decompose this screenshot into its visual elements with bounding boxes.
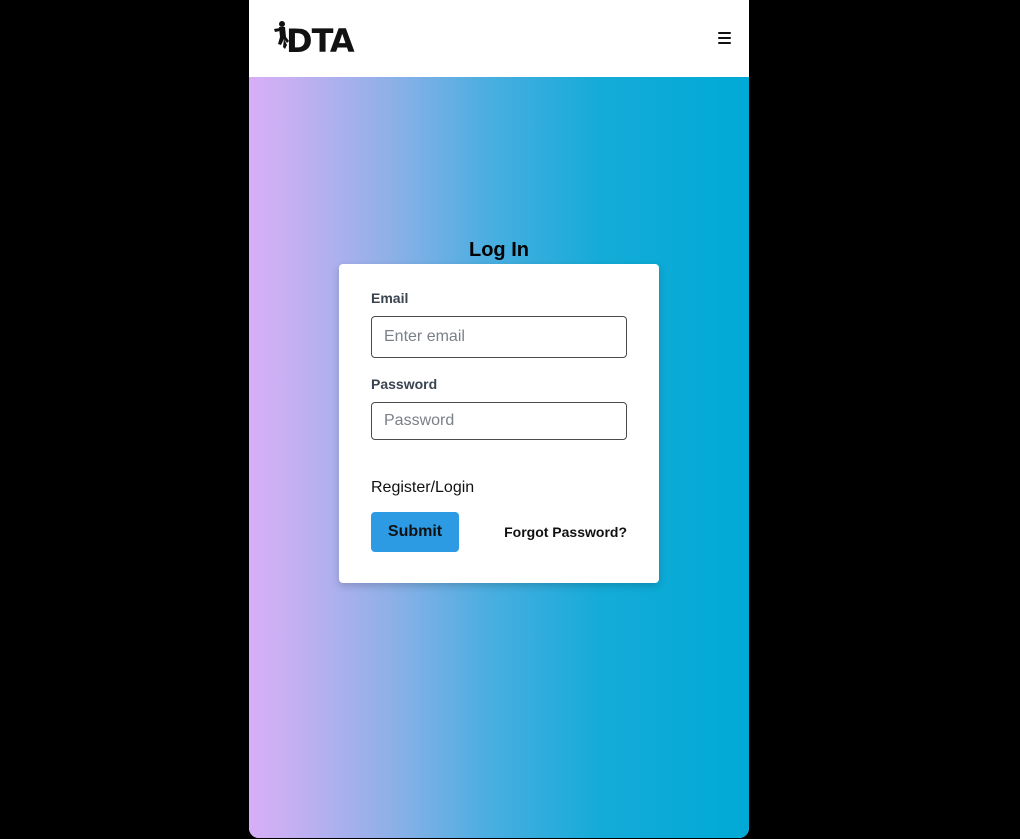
login-card: Email Password Register/Login Submit For…: [339, 264, 659, 583]
email-label: Email: [371, 290, 409, 306]
submit-button[interactable]: Submit: [371, 512, 459, 552]
app-viewport: DTA Log In Email Password Register/Login…: [249, 0, 749, 838]
login-hero-background: Log In Email Password Register/Login Sub…: [249, 77, 749, 838]
dta-logo[interactable]: DTA: [273, 19, 369, 55]
page-title: Log In: [469, 239, 529, 261]
register-login-link[interactable]: Register/Login: [371, 479, 474, 497]
email-input[interactable]: [371, 316, 627, 358]
logo-text: DTA: [286, 22, 355, 55]
navbar: DTA: [249, 0, 749, 77]
forgot-password-link[interactable]: Forgot Password?: [504, 524, 627, 540]
password-input[interactable]: [371, 402, 627, 440]
hamburger-menu-icon[interactable]: [715, 29, 735, 47]
password-label: Password: [371, 376, 438, 392]
